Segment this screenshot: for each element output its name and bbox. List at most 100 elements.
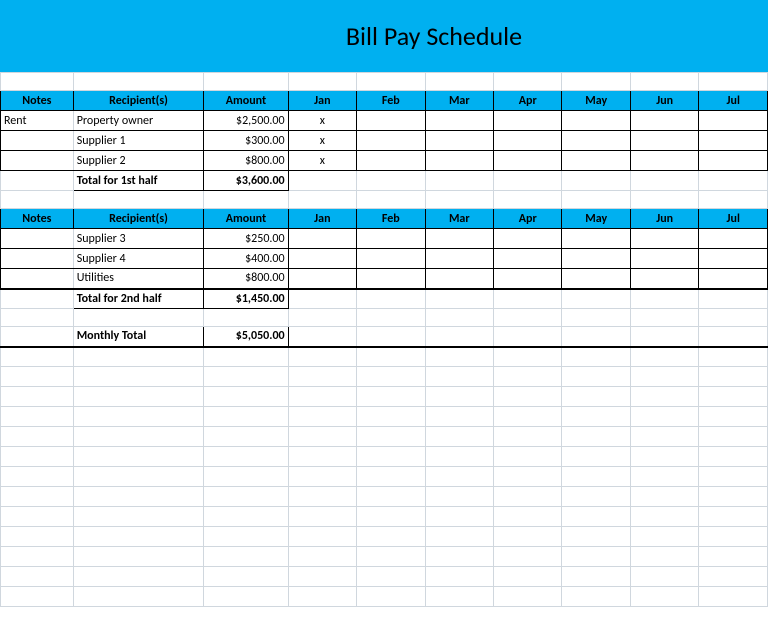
mark-cell[interactable] — [494, 151, 562, 171]
amount-cell[interactable]: $250.00 — [204, 229, 288, 249]
mark-cell[interactable] — [494, 229, 562, 249]
mark-cell[interactable] — [494, 111, 562, 131]
grand-total-amount-cell[interactable]: $5,050.00 — [204, 327, 288, 347]
total-amount-cell[interactable]: $1,450.00 — [204, 289, 288, 309]
col-recipients-header[interactable]: Recipient(s) — [73, 91, 204, 111]
mark-cell[interactable] — [494, 269, 562, 289]
col-apr-header[interactable]: Apr — [494, 209, 562, 229]
empty-cell[interactable] — [357, 171, 425, 191]
recipient-cell[interactable]: Supplier 4 — [73, 249, 204, 269]
mark-cell[interactable] — [357, 269, 425, 289]
mark-cell[interactable] — [425, 111, 493, 131]
empty-cell[interactable] — [288, 171, 356, 191]
empty-cell[interactable] — [494, 327, 562, 347]
col-may-header[interactable]: May — [562, 91, 630, 111]
mark-cell[interactable] — [425, 131, 493, 151]
recipient-cell[interactable]: Supplier 1 — [73, 131, 204, 151]
mark-cell[interactable] — [630, 151, 698, 171]
empty-cell[interactable] — [1, 327, 74, 347]
empty-cell[interactable] — [562, 327, 630, 347]
mark-cell[interactable] — [357, 111, 425, 131]
col-amount-header[interactable]: Amount — [204, 91, 288, 111]
mark-cell[interactable] — [425, 229, 493, 249]
col-feb-header[interactable]: Feb — [357, 209, 425, 229]
col-feb-header[interactable]: Feb — [357, 91, 425, 111]
mark-cell[interactable] — [288, 229, 356, 249]
empty-cell[interactable] — [562, 289, 630, 309]
mark-cell[interactable] — [699, 131, 768, 151]
mark-cell[interactable] — [562, 249, 630, 269]
grand-total-label-cell[interactable]: Monthly Total — [73, 327, 204, 347]
col-jan-header[interactable]: Jan — [288, 209, 356, 229]
mark-cell[interactable] — [699, 111, 768, 131]
mark-cell[interactable] — [494, 131, 562, 151]
amount-cell[interactable]: $400.00 — [204, 249, 288, 269]
col-notes-header[interactable]: Notes — [1, 91, 74, 111]
empty-cell[interactable] — [699, 289, 768, 309]
col-may-header[interactable]: May — [562, 209, 630, 229]
mark-cell[interactable] — [630, 131, 698, 151]
total-label-cell[interactable]: Total for 2nd half — [73, 289, 204, 309]
mark-cell[interactable] — [630, 229, 698, 249]
empty-cell[interactable] — [357, 289, 425, 309]
empty-cell[interactable] — [425, 327, 493, 347]
col-apr-header[interactable]: Apr — [494, 91, 562, 111]
empty-cell[interactable] — [630, 171, 698, 191]
notes-cell[interactable] — [1, 269, 74, 289]
mark-cell[interactable] — [425, 269, 493, 289]
mark-cell[interactable]: x — [288, 151, 356, 171]
col-jan-header[interactable]: Jan — [288, 91, 356, 111]
total-amount-cell[interactable]: $3,600.00 — [204, 171, 288, 191]
empty-cell[interactable] — [630, 289, 698, 309]
empty-cell[interactable] — [494, 289, 562, 309]
total-label-cell[interactable]: Total for 1st half — [73, 171, 204, 191]
col-mar-header[interactable]: Mar — [425, 91, 493, 111]
empty-cell[interactable] — [357, 327, 425, 347]
mark-cell[interactable] — [288, 269, 356, 289]
recipient-cell[interactable]: Utilities — [73, 269, 204, 289]
mark-cell[interactable] — [562, 229, 630, 249]
amount-cell[interactable]: $800.00 — [204, 151, 288, 171]
empty-cell[interactable] — [1, 171, 74, 191]
empty-cell[interactable] — [288, 289, 356, 309]
amount-cell[interactable]: $300.00 — [204, 131, 288, 151]
mark-cell[interactable] — [699, 269, 768, 289]
empty-cell[interactable] — [562, 171, 630, 191]
mark-cell[interactable] — [425, 249, 493, 269]
mark-cell[interactable] — [699, 151, 768, 171]
notes-cell[interactable] — [1, 249, 74, 269]
col-amount-header[interactable]: Amount — [204, 209, 288, 229]
col-jul-header[interactable]: Jul — [699, 209, 768, 229]
recipient-cell[interactable]: Supplier 2 — [73, 151, 204, 171]
mark-cell[interactable] — [562, 151, 630, 171]
mark-cell[interactable] — [357, 249, 425, 269]
col-jun-header[interactable]: Jun — [630, 209, 698, 229]
col-jul-header[interactable]: Jul — [699, 91, 768, 111]
mark-cell[interactable] — [425, 151, 493, 171]
notes-cell[interactable]: Rent — [1, 111, 74, 131]
mark-cell[interactable] — [562, 269, 630, 289]
mark-cell[interactable] — [630, 111, 698, 131]
recipient-cell[interactable]: Property owner — [73, 111, 204, 131]
recipient-cell[interactable]: Supplier 3 — [73, 229, 204, 249]
mark-cell[interactable] — [494, 249, 562, 269]
col-mar-header[interactable]: Mar — [425, 209, 493, 229]
mark-cell[interactable] — [699, 229, 768, 249]
empty-cell[interactable] — [425, 171, 493, 191]
amount-cell[interactable]: $2,500.00 — [204, 111, 288, 131]
empty-cell[interactable] — [1, 289, 74, 309]
empty-cell[interactable] — [699, 327, 768, 347]
mark-cell[interactable]: x — [288, 131, 356, 151]
empty-cell[interactable] — [425, 289, 493, 309]
col-jun-header[interactable]: Jun — [630, 91, 698, 111]
mark-cell[interactable] — [357, 131, 425, 151]
col-notes-header[interactable]: Notes — [1, 209, 74, 229]
col-recipients-header[interactable]: Recipient(s) — [73, 209, 204, 229]
mark-cell[interactable] — [357, 229, 425, 249]
mark-cell[interactable] — [357, 151, 425, 171]
empty-cell[interactable] — [699, 171, 768, 191]
empty-cell[interactable] — [494, 171, 562, 191]
empty-cell[interactable] — [630, 327, 698, 347]
notes-cell[interactable] — [1, 131, 74, 151]
mark-cell[interactable] — [630, 249, 698, 269]
